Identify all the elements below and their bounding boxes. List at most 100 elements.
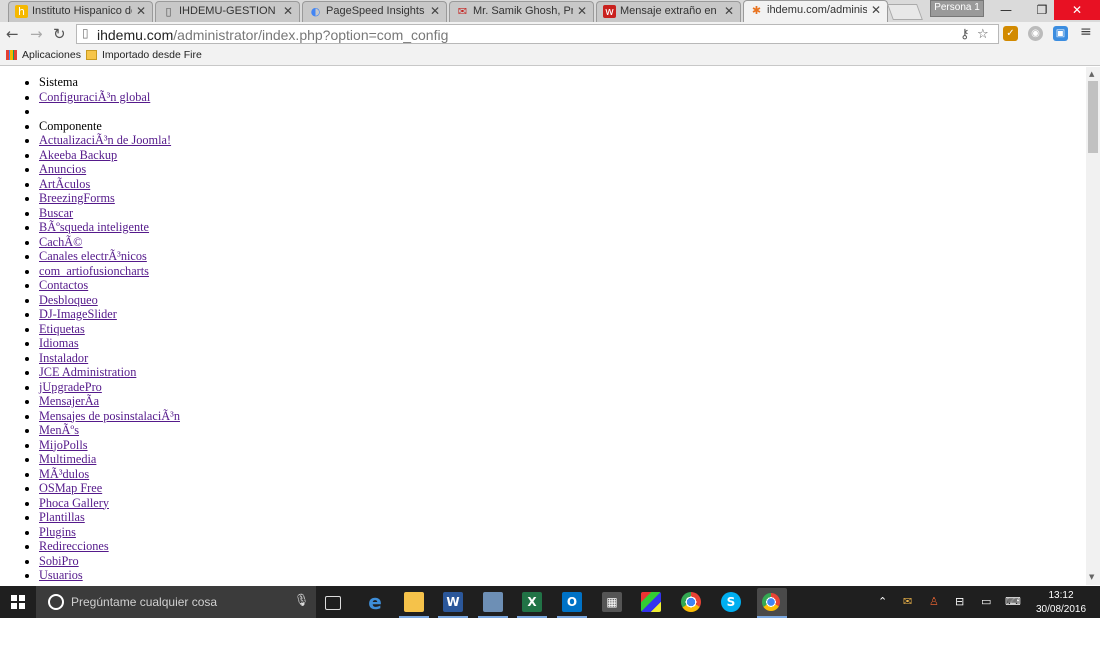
cortana-search-box[interactable]: Pregúntame cualquier cosa 🎙 (36, 586, 316, 618)
menu-link[interactable]: Idiomas (39, 336, 79, 350)
key-icon[interactable]: ⚷ (960, 27, 970, 42)
address-bar[interactable]: ▯ ihdemu.com/administrator/index.php?opt… (76, 24, 999, 44)
bookmark-star-icon[interactable]: ☆ (977, 27, 989, 42)
new-tab-button[interactable] (887, 4, 923, 20)
url-path: /administrator/index.php?option=com_conf… (173, 27, 449, 43)
tab-title: IHDEMU-GESTION (179, 5, 276, 17)
minimize-icon[interactable]: — (988, 0, 1024, 20)
action-center-icon[interactable]: ▭ (981, 595, 991, 608)
menu-link[interactable]: MijoPolls (39, 438, 88, 452)
menu-link[interactable]: Anuncios (39, 162, 86, 176)
menu-link[interactable]: jUpgradePro (39, 380, 102, 394)
menu-link[interactable]: Etiquetas (39, 322, 85, 336)
menu-link[interactable]: com_artiofusioncharts (39, 264, 149, 278)
tab-strip: h Instituto Hispanico de M ✕ ▯ IHDEMU-GE… (0, 0, 1100, 22)
menu-list-item: MijoPolls (39, 438, 180, 454)
close-tab-icon[interactable]: ✕ (136, 4, 146, 18)
menu-link[interactable]: Usuarios (39, 568, 83, 582)
close-window-icon[interactable]: ✕ (1054, 0, 1100, 20)
menu-link[interactable]: Desbloqueo (39, 293, 98, 307)
url-text[interactable]: ihdemu.com/administrator/index.php?optio… (97, 27, 448, 43)
menu-link[interactable]: Mensajes de posinstalaciÃ³n (39, 409, 180, 423)
tray-app-icon[interactable]: ♙ (929, 595, 939, 608)
menu-link[interactable]: Plugins (39, 525, 76, 539)
excel-icon[interactable]: X (522, 592, 542, 612)
scroll-up-icon[interactable]: ▲ (1089, 70, 1094, 78)
close-tab-icon[interactable]: ✕ (430, 4, 440, 18)
close-tab-icon[interactable]: ✕ (283, 4, 293, 18)
clock-time: 13:12 (1048, 590, 1074, 601)
menu-link[interactable]: Redirecciones (39, 539, 109, 553)
mail-tray-icon[interactable]: ✉ (903, 595, 912, 608)
profile-button[interactable]: Persona 1 (930, 0, 984, 17)
close-tab-icon[interactable]: ✕ (871, 3, 881, 17)
menu-link[interactable]: ActualizaciÃ³n de Joomla! (39, 133, 171, 147)
menu-link[interactable]: Plantillas (39, 510, 85, 524)
close-tab-icon[interactable]: ✕ (724, 4, 734, 18)
task-view-icon[interactable] (325, 596, 341, 610)
bookmark-apps[interactable]: Aplicaciones (22, 49, 81, 61)
windows-start-icon[interactable] (11, 595, 25, 609)
menu-link[interactable]: Phoca Gallery (39, 496, 109, 510)
scroll-thumb[interactable] (1088, 81, 1098, 153)
menu-link[interactable]: CachÃ© (39, 235, 83, 249)
extension-icon[interactable]: ◉ (1028, 26, 1043, 41)
menu-link[interactable]: BreezingForms (39, 191, 115, 205)
tab-samik-ghosh[interactable]: ✉ Mr. Samik Ghosh, Princi ✕ (449, 1, 594, 22)
admin-menu-list: SistemaConfiguraciÃ³n global ComponenteAc… (0, 76, 180, 584)
menu-link[interactable]: Multimedia (39, 452, 96, 466)
word-icon[interactable]: W (443, 592, 463, 612)
vertical-scrollbar[interactable]: ▲ ▼ (1086, 67, 1100, 585)
skype-icon[interactable]: S (721, 592, 741, 612)
menu-link[interactable]: Canales electrÃ³nicos (39, 249, 147, 263)
keyboard-icon[interactable]: ⌨ (1005, 595, 1021, 608)
network-app-icon[interactable] (483, 592, 503, 612)
tab-title: Instituto Hispanico de M (32, 5, 132, 17)
menu-link[interactable]: MenÃºs (39, 423, 79, 437)
menu-list-item: Componente (39, 119, 180, 135)
menu-link[interactable]: ArtÃ­culos (39, 177, 90, 191)
menu-link[interactable]: SobiPro (39, 554, 79, 568)
menu-link[interactable]: JCE Administration (39, 365, 136, 379)
menu-link[interactable]: DJ-ImageSlider (39, 307, 117, 321)
outlook-icon[interactable]: O (562, 592, 582, 612)
extension-icon[interactable]: ▣ (1053, 26, 1068, 41)
menu-list-item: Plantillas (39, 511, 180, 526)
tab-mensaje-extrano[interactable]: w Mensaje extraño en cab ✕ (596, 1, 741, 22)
menu-link[interactable]: Buscar (39, 206, 73, 220)
tab-ihdemu-administrator[interactable]: ✱ ihdemu.com/administra ✕ (743, 0, 888, 22)
back-icon[interactable]: ← (6, 25, 19, 43)
show-hidden-icons-icon[interactable]: ⌃ (878, 595, 887, 608)
h-favicon-icon: h (15, 5, 28, 18)
menu-list-item: MensajerÃ­a (39, 395, 180, 410)
page-info-icon[interactable]: ▯ (82, 26, 89, 40)
menu-link[interactable]: MensajerÃ­a (39, 394, 99, 408)
reload-icon[interactable]: ↻ (53, 25, 66, 43)
tab-instituto[interactable]: h Instituto Hispanico de M ✕ (8, 1, 153, 22)
extension-icon[interactable]: ✓ (1003, 26, 1018, 41)
windows-taskbar: Pregúntame cualquier cosa 🎙 e W X O ▦ S … (0, 586, 1100, 618)
tab-title: ihdemu.com/administra (767, 4, 867, 16)
menu-link[interactable]: ConfiguraciÃ³n global (39, 90, 150, 104)
microphone-icon[interactable]: 🎙 (294, 593, 309, 607)
menu-link[interactable]: OSMap Free (39, 481, 102, 495)
scroll-down-icon[interactable]: ▼ (1089, 573, 1094, 581)
colorful-app-icon[interactable] (641, 592, 661, 612)
menu-icon[interactable]: ≡ (1080, 24, 1092, 40)
menu-link[interactable]: Contactos (39, 278, 88, 292)
network-tray-icon[interactable]: ⊟ (955, 595, 964, 608)
calculator-icon[interactable]: ▦ (602, 592, 622, 612)
file-explorer-icon[interactable] (404, 592, 424, 612)
menu-link[interactable]: Akeeba Backup (39, 148, 117, 162)
menu-link[interactable]: Instalador (39, 351, 88, 365)
tab-ihdemu-gestion[interactable]: ▯ IHDEMU-GESTION ✕ (155, 1, 300, 22)
tab-pagespeed[interactable]: ◐ PageSpeed Insights ✕ (302, 1, 447, 22)
close-tab-icon[interactable]: ✕ (577, 4, 587, 18)
chrome-icon[interactable] (681, 592, 701, 612)
forward-icon[interactable]: → (30, 25, 43, 43)
menu-link[interactable]: BÃºsqueda inteligente (39, 220, 149, 234)
system-clock[interactable]: 13:12 30/08/2016 (1036, 589, 1086, 617)
bookmark-imported-folder[interactable]: Importado desde Fire (102, 49, 202, 61)
menu-link[interactable]: MÃ³dulos (39, 467, 89, 481)
edge-icon[interactable]: e (365, 592, 385, 612)
